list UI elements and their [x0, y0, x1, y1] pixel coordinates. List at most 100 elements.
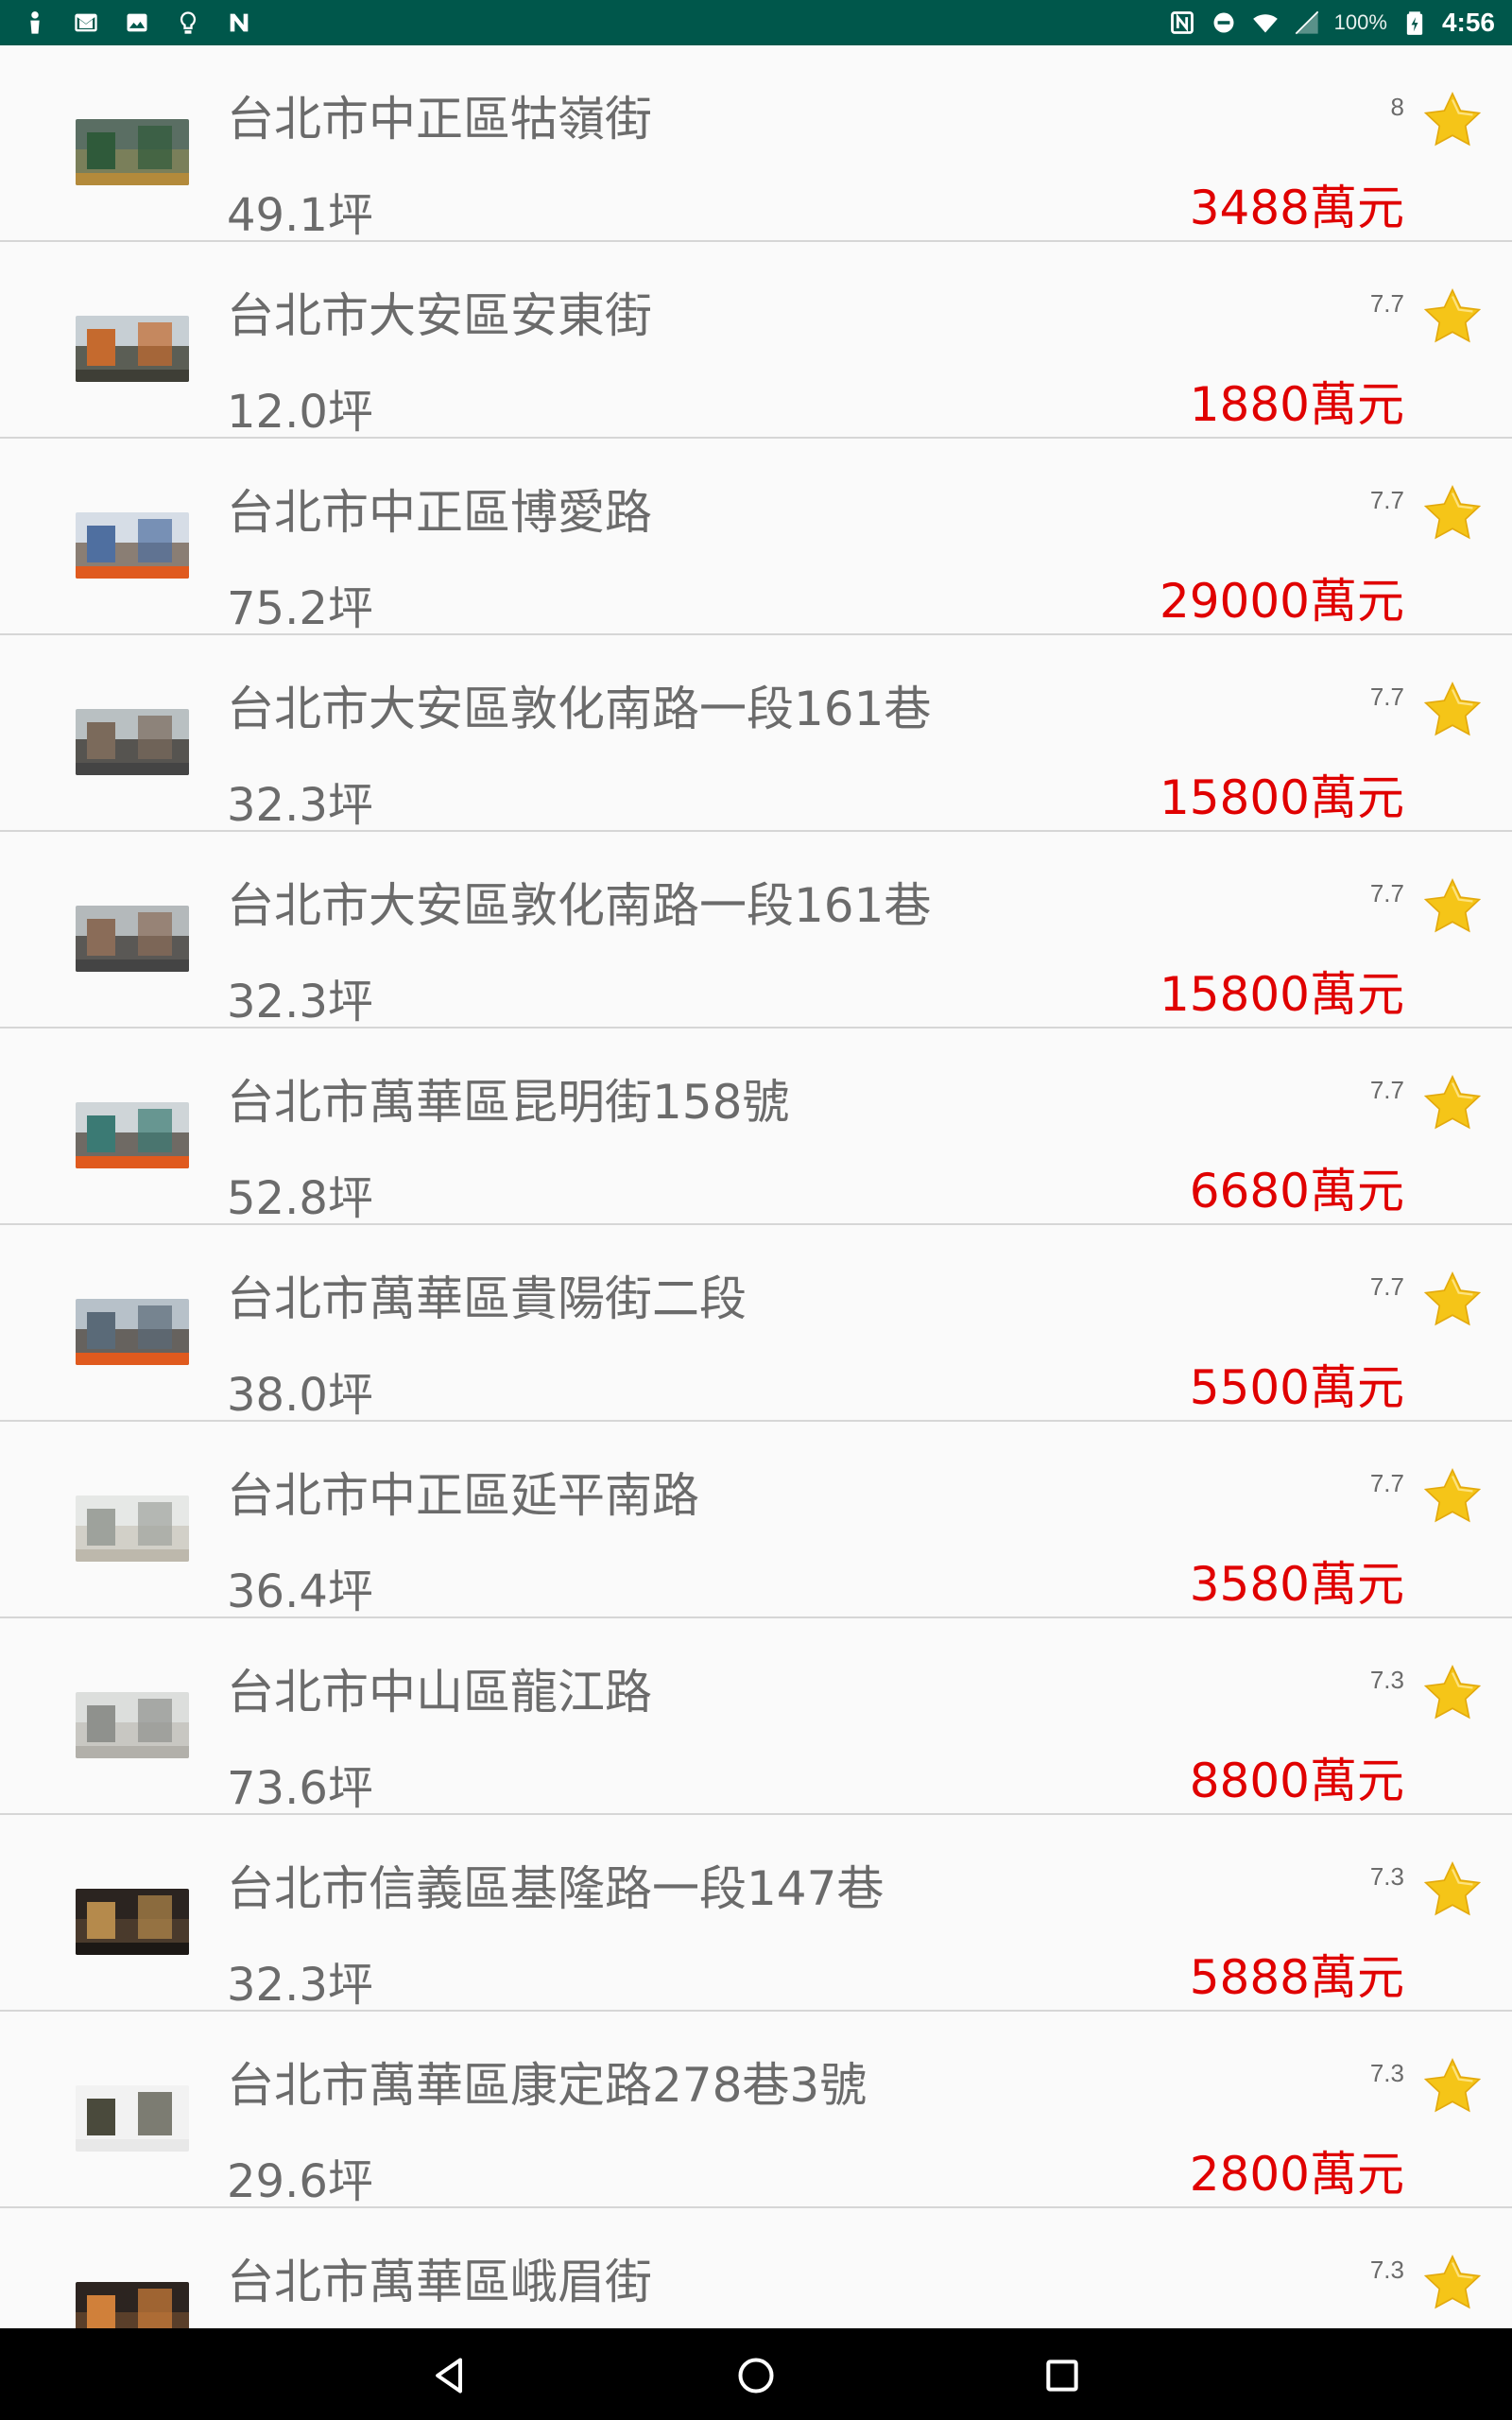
- listing-row[interactable]: 台北市信義區基隆路一段147巷 32.3坪 7.3 5888萬元: [0, 1815, 1512, 2012]
- listing-score: 7.3: [1369, 2059, 1404, 2087]
- listing-score: 7.7: [1369, 1076, 1404, 1104]
- favorite-star-icon[interactable]: [1421, 1662, 1484, 1724]
- favorite-star-icon[interactable]: [1421, 285, 1484, 348]
- signal-icon: [1293, 9, 1321, 37]
- recents-icon: [1046, 2360, 1078, 2392]
- listing-score: 7.3: [1369, 1862, 1404, 1891]
- listing-address: 台北市大安區安東街: [227, 288, 652, 343]
- listing-score: 8: [1390, 93, 1404, 121]
- listing-score: 7.7: [1369, 683, 1404, 711]
- person-icon: [21, 9, 49, 37]
- listing-address: 台北市中正區延平南路: [227, 1468, 699, 1523]
- listing-row[interactable]: 台北市中正區牯嶺街 49.1坪 8 3488萬元: [0, 45, 1512, 242]
- listing-price: 29000萬元: [1159, 574, 1404, 629]
- listing-score: 7.7: [1369, 1469, 1404, 1497]
- favorite-star-icon[interactable]: [1421, 2252, 1484, 2314]
- favorite-star-icon[interactable]: [1421, 2055, 1484, 2118]
- favorite-star-icon[interactable]: [1421, 1072, 1484, 1134]
- listing-row[interactable]: 台北市大安區安東街 12.0坪 7.7 1880萬元: [0, 242, 1512, 439]
- lightbulb-icon: [174, 9, 202, 37]
- listing-thumbnail[interactable]: [76, 709, 189, 775]
- listing-score: 7.7: [1369, 289, 1404, 318]
- listing-thumbnail[interactable]: [76, 1495, 189, 1562]
- listing-thumbnail[interactable]: [76, 1692, 189, 1758]
- listing-size: 29.6坪: [227, 2155, 373, 2208]
- battery-icon: [1400, 9, 1429, 37]
- listing-row[interactable]: 台北市萬華區康定路278巷3號 29.6坪 7.3 2800萬元: [0, 2012, 1512, 2208]
- listing-thumbnail[interactable]: [76, 1299, 189, 1365]
- listing-row[interactable]: 台北市大安區敦化南路一段161巷 32.3坪 7.7 15800萬元: [0, 635, 1512, 832]
- home-button[interactable]: [728, 2347, 784, 2404]
- listing-address: 台北市中正區博愛路: [227, 485, 652, 540]
- listing-size: 49.1坪: [227, 189, 373, 242]
- listing-row[interactable]: 台北市大安區敦化南路一段161巷 32.3坪 7.7 15800萬元: [0, 832, 1512, 1028]
- listing-price: 15800萬元: [1159, 770, 1404, 825]
- listing-score: 7.7: [1369, 1272, 1404, 1301]
- favorite-star-icon[interactable]: [1421, 875, 1484, 938]
- listing-score: 7.7: [1369, 486, 1404, 514]
- recents-button[interactable]: [1034, 2347, 1091, 2404]
- listing-address: 台北市萬華區貴陽街二段: [227, 1271, 747, 1326]
- listing-size: 32.3坪: [227, 976, 373, 1028]
- listing-thumbnail[interactable]: [76, 1102, 189, 1168]
- listing-thumbnail[interactable]: [76, 2085, 189, 2152]
- listing-size: 32.3坪: [227, 779, 373, 832]
- listing-thumbnail[interactable]: [76, 906, 189, 972]
- listing-thumbnail[interactable]: [76, 119, 189, 185]
- listing-size: 12.0坪: [227, 386, 373, 439]
- listing-price: 5888萬元: [1189, 1950, 1404, 2005]
- listing-size: 73.6坪: [227, 1762, 373, 1815]
- listing-row[interactable]: 台北市萬華區峨眉街 7.3: [0, 2208, 1512, 2328]
- listing-address: 台北市萬華區昆明街158號: [227, 1075, 790, 1130]
- listing-size: 52.8坪: [227, 1172, 373, 1225]
- listing-score: 7.3: [1369, 1666, 1404, 1694]
- mail-icon: [72, 9, 100, 37]
- home-icon: [738, 2358, 774, 2394]
- favorite-star-icon[interactable]: [1421, 679, 1484, 741]
- listing-address: 台北市萬華區康定路278巷3號: [227, 2058, 868, 2113]
- listing-thumbnail[interactable]: [76, 2282, 189, 2328]
- clock: 4:56: [1441, 8, 1495, 37]
- nfc-icon: [1168, 9, 1196, 37]
- favorite-star-icon[interactable]: [1421, 1858, 1484, 1921]
- listing-size: 36.4坪: [227, 1565, 373, 1618]
- listing-address: 台北市大安區敦化南路一段161巷: [227, 682, 932, 736]
- favorite-star-icon[interactable]: [1421, 482, 1484, 544]
- back-icon: [436, 2358, 463, 2394]
- battery-percent: 100%: [1333, 10, 1387, 34]
- listing-price: 8800萬元: [1189, 1754, 1404, 1808]
- listing-list[interactable]: 台北市中正區牯嶺街 49.1坪 8 3488萬元台北市大安區安東街 12.0坪 7.7 18…: [0, 45, 1512, 2328]
- back-button[interactable]: [421, 2347, 478, 2404]
- navigation-bar: [0, 2328, 1512, 2420]
- listing-price: 6680萬元: [1189, 1164, 1404, 1219]
- listing-row[interactable]: 台北市中正區博愛路 75.2坪 7.7 29000萬元: [0, 439, 1512, 635]
- listing-size: 38.0坪: [227, 1369, 373, 1422]
- listing-address: 台北市萬華區峨眉街: [227, 2255, 652, 2309]
- listing-row[interactable]: 台北市中正區延平南路 36.4坪 7.7 3580萬元: [0, 1422, 1512, 1618]
- listing-thumbnail[interactable]: [76, 1889, 189, 1955]
- listing-row[interactable]: 台北市中山區龍江路 73.6坪 7.3 8800萬元: [0, 1618, 1512, 1815]
- listing-price: 15800萬元: [1159, 967, 1404, 1022]
- favorite-star-icon[interactable]: [1421, 89, 1484, 151]
- listing-score: 7.7: [1369, 879, 1404, 908]
- listing-price: 3488萬元: [1189, 181, 1404, 235]
- status-bar-system: 100% 4:56: [1168, 0, 1495, 45]
- listing-row[interactable]: 台北市萬華區貴陽街二段 38.0坪 7.7 5500萬元: [0, 1225, 1512, 1422]
- listing-address: 台北市大安區敦化南路一段161巷: [227, 878, 932, 933]
- listing-address: 台北市中正區牯嶺街: [227, 92, 652, 147]
- listing-score: 7.3: [1369, 2256, 1404, 2284]
- listing-thumbnail[interactable]: [76, 316, 189, 382]
- do-not-disturb-icon: [1210, 9, 1238, 37]
- status-bar-notifications: [21, 0, 253, 45]
- favorite-star-icon[interactable]: [1421, 1269, 1484, 1331]
- listing-thumbnail[interactable]: [76, 512, 189, 579]
- listing-address: 台北市信義區基隆路一段147巷: [227, 1861, 885, 1916]
- listing-price: 3580萬元: [1189, 1557, 1404, 1612]
- listing-row[interactable]: 台北市萬華區昆明街158號 52.8坪 7.7 6680萬元: [0, 1028, 1512, 1225]
- listing-price: 5500萬元: [1189, 1360, 1404, 1415]
- listing-price: 2800萬元: [1189, 2147, 1404, 2202]
- wifi-icon: [1251, 9, 1280, 37]
- listing-price: 1880萬元: [1189, 377, 1404, 432]
- favorite-star-icon[interactable]: [1421, 1465, 1484, 1528]
- listing-size: 32.3坪: [227, 1959, 373, 2012]
